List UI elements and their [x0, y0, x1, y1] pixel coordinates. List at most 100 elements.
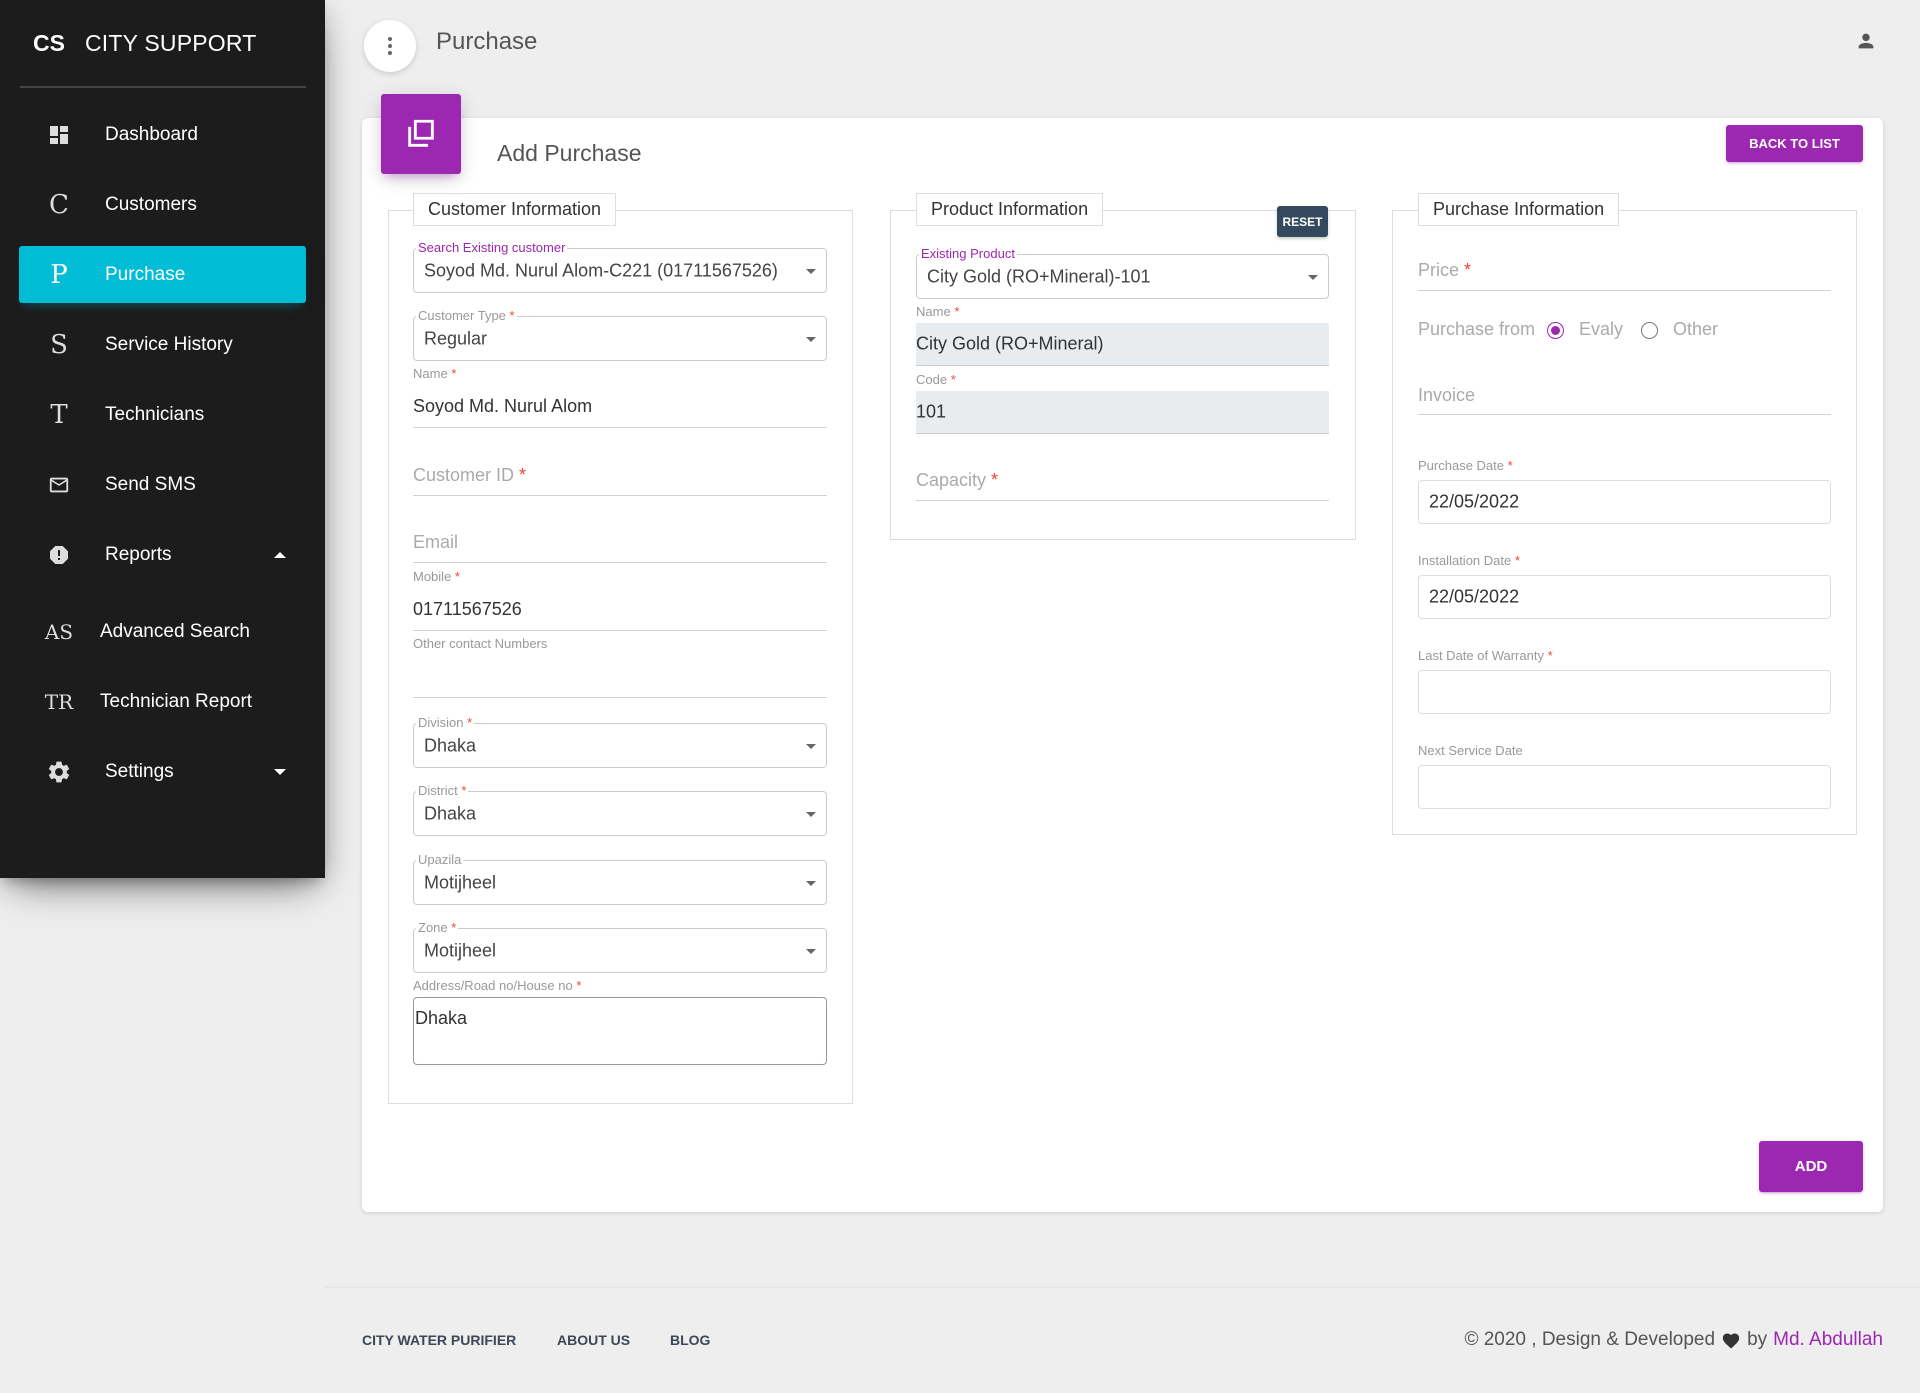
reset-button[interactable]: RESET — [1277, 206, 1328, 237]
dropdown-arrow-icon — [806, 743, 816, 749]
caret-down-icon — [274, 769, 286, 775]
purchase-letter-icon: P — [50, 259, 68, 290]
upazila-select[interactable]: Upazila Motijheel — [413, 852, 827, 905]
advanced-search-letter-icon: AS — [44, 619, 74, 644]
sidebar-item-label: Reports — [105, 543, 172, 565]
copyright-text: © 2020 , Design & Developed — [1464, 1329, 1716, 1350]
customer-id-underline — [413, 495, 827, 496]
add-button[interactable]: ADD — [1759, 1141, 1863, 1192]
division-select[interactable]: Division * Dhaka — [413, 715, 827, 768]
sidebar-item-reports[interactable]: Reports — [19, 526, 306, 583]
dropdown-arrow-icon — [806, 268, 816, 274]
copyright: © 2020 , Design & Developed by Md. Abdul… — [1464, 1329, 1883, 1351]
sidebar-item-label: Advanced Search — [100, 620, 250, 642]
other-contact-label: Other contact Numbers — [413, 636, 548, 651]
technician-report-letter-icon: TR — [44, 689, 74, 714]
gear-icon — [19, 759, 87, 785]
name-field[interactable]: Soyod Md. Nurul Alom — [413, 396, 592, 417]
zone-select[interactable]: Zone * Motijheel — [413, 920, 827, 973]
library-books-icon — [381, 94, 461, 174]
sidebar-item-purchase[interactable]: P Purchase — [19, 246, 306, 303]
back-to-list-button[interactable]: BACK TO LIST — [1726, 125, 1863, 162]
mobile-underline — [413, 630, 827, 631]
next-service-date-label: Next Service Date — [1418, 743, 1523, 758]
customer-type-label: Customer Type * — [416, 308, 517, 323]
radio-evaly[interactable] — [1547, 322, 1564, 339]
installation-date-value: 22/05/2022 — [1429, 586, 1520, 607]
sidebar-item-dashboard[interactable]: Dashboard — [19, 106, 306, 163]
capacity-field[interactable]: Capacity * — [916, 470, 998, 491]
price-field[interactable]: Price * — [1418, 260, 1471, 281]
sidebar-item-technicians[interactable]: T Technicians — [19, 386, 306, 443]
sidebar-item-service-history[interactable]: S Service History — [19, 316, 306, 373]
search-customer-select[interactable]: Search Existing customer Soyod Md. Nurul… — [413, 240, 827, 293]
dropdown-arrow-icon — [1308, 274, 1318, 280]
capacity-underline — [916, 500, 1329, 501]
brand-mini: CS — [33, 29, 65, 56]
dropdown-arrow-icon — [806, 811, 816, 817]
service-history-letter-icon: S — [50, 329, 68, 360]
footer-link-blog[interactable]: BLOG — [670, 1332, 710, 1348]
alert-icon — [19, 543, 87, 567]
sidebar-item-customers[interactable]: C Customers — [19, 176, 306, 233]
customer-type-select[interactable]: Customer Type * Regular — [413, 308, 827, 361]
purchase-date-value: 22/05/2022 — [1429, 491, 1520, 512]
more-menu-button[interactable] — [364, 20, 416, 72]
existing-product-select[interactable]: Existing Product City Gold (RO+Mineral)-… — [916, 246, 1329, 299]
heart-icon — [1722, 1333, 1740, 1349]
sidebar-item-label: Send SMS — [105, 473, 196, 495]
author-link[interactable]: Md. Abdullah — [1773, 1329, 1883, 1351]
purchase-legend: Purchase Information — [1418, 193, 1620, 226]
sidebar-item-label: Settings — [105, 760, 174, 782]
radio-other[interactable] — [1641, 322, 1658, 339]
product-legend: Product Information — [916, 193, 1104, 226]
mobile-field[interactable]: 01711567526 — [413, 599, 522, 620]
sidebar-item-send-sms[interactable]: Send SMS — [19, 456, 306, 513]
dropdown-arrow-icon — [806, 948, 816, 954]
upazila-value: Motijheel — [424, 872, 497, 892]
sidebar-item-label: Technicians — [105, 403, 205, 425]
customer-type-value: Regular — [424, 328, 488, 348]
copyright-by: by — [1747, 1329, 1768, 1350]
search-customer-label: Search Existing customer — [416, 240, 568, 255]
customer-id-field[interactable]: Customer ID * — [413, 465, 526, 486]
footer-link-about-us[interactable]: ABOUT US — [557, 1332, 630, 1348]
sidebar-item-label: Service History — [105, 333, 233, 355]
address-textarea[interactable]: Dhaka — [413, 997, 827, 1065]
customer-legend: Customer Information — [413, 193, 617, 226]
zone-value: Motijheel — [424, 940, 497, 960]
search-customer-value: Soyod Md. Nurul Alom-C221 (01711567526) — [424, 260, 778, 280]
user-icon[interactable] — [1855, 30, 1877, 54]
footer-link-city-water-purifier[interactable]: CITY WATER PURIFIER — [362, 1332, 516, 1348]
caret-up-icon — [274, 552, 286, 558]
more-vert-icon — [388, 37, 392, 41]
radio-other-label: Other — [1673, 319, 1719, 339]
invoice-field[interactable]: Invoice — [1418, 385, 1475, 406]
district-select[interactable]: District * Dhaka — [413, 783, 827, 836]
sidebar-item-settings[interactable]: Settings — [19, 743, 306, 800]
brand[interactable]: CS CITY SUPPORT — [20, 0, 306, 88]
zone-label: Zone * — [416, 920, 459, 935]
dropdown-arrow-icon — [806, 880, 816, 886]
dashboard-icon — [19, 123, 87, 147]
name-label: Name * — [413, 366, 457, 381]
installation-date-input[interactable]: 22/05/2022 — [1418, 575, 1831, 619]
more-vert-icon — [388, 44, 392, 48]
sidebar-item-label: Dashboard — [105, 123, 198, 145]
existing-product-label: Existing Product — [919, 246, 1017, 261]
sidebar-item-technician-report[interactable]: TR Technician Report — [19, 673, 306, 730]
warranty-date-input[interactable] — [1418, 670, 1831, 714]
warranty-date-label: Last Date of Warranty * — [1418, 648, 1553, 663]
purchase-date-label: Purchase Date * — [1418, 458, 1513, 473]
sidebar-item-advanced-search[interactable]: AS Advanced Search — [19, 603, 306, 660]
dropdown-arrow-icon — [806, 336, 816, 342]
upazila-label: Upazila — [416, 852, 464, 867]
card-title: Add Purchase — [497, 140, 642, 166]
purchase-date-input[interactable]: 22/05/2022 — [1418, 480, 1831, 524]
mail-icon — [19, 474, 87, 496]
email-field[interactable]: Email — [413, 532, 458, 553]
next-service-date-input[interactable] — [1418, 765, 1831, 809]
product-code-label: Code * — [916, 372, 956, 387]
other-contact-field[interactable] — [413, 697, 827, 698]
price-underline — [1418, 290, 1831, 291]
